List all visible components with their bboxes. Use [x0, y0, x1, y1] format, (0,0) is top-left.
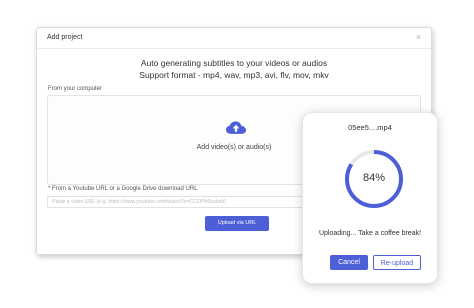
upload-via-url-button[interactable]: Upload via URL: [205, 216, 269, 231]
cloud-upload-icon: [226, 121, 246, 134]
modal-title: Add project: [47, 34, 83, 41]
computer-section-label: From your computer: [48, 86, 103, 92]
reupload-button[interactable]: Re-upload: [373, 255, 421, 270]
progress-percentage: 84%: [362, 172, 386, 184]
upload-progress-card: 05ee5....mp4 84% Uploading... Take a cof…: [302, 112, 438, 284]
url-section-label: * From a Youtube URL or a Google Drive d…: [48, 186, 198, 192]
file-name: 05ee5....mp4: [348, 123, 392, 132]
cancel-button[interactable]: Cancel: [330, 255, 368, 270]
close-icon[interactable]: ×: [416, 32, 421, 42]
headline-description: Auto generating subtitles to your videos…: [140, 58, 328, 68]
modal-header: Add project ×: [37, 28, 431, 49]
progress-ring: 84%: [343, 148, 405, 210]
upload-status-text: Uploading... Take a coffee break!: [318, 230, 422, 237]
headline-formats: Support format - mp4, wav, mp3, avi, flv…: [139, 70, 329, 80]
